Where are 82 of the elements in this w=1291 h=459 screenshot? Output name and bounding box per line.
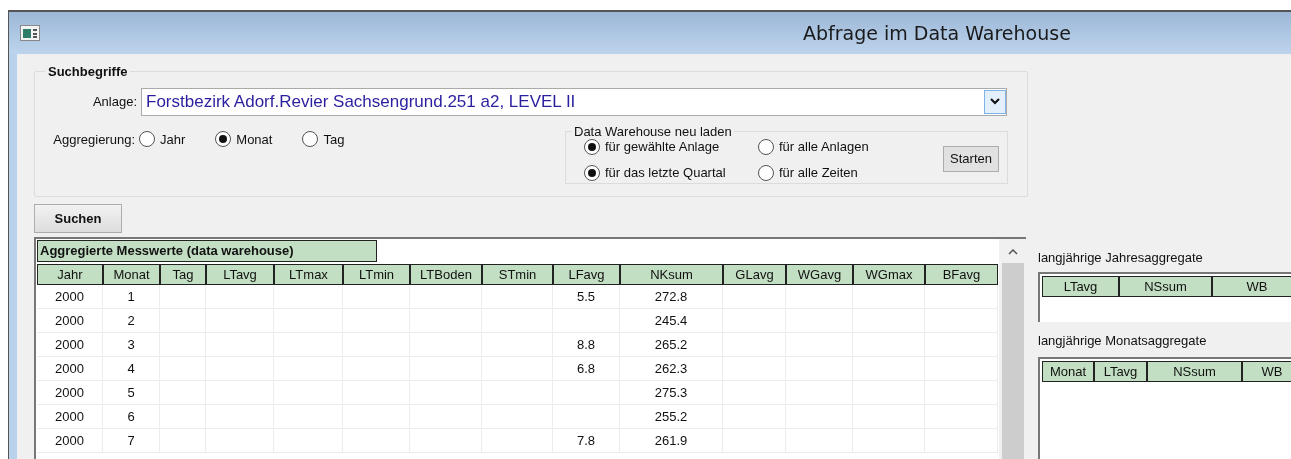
table-cell: 262.3 — [620, 357, 723, 381]
table-cell: 1 — [103, 285, 160, 309]
search-button[interactable]: Suchen — [34, 204, 122, 233]
radio-option[interactable]: Jahr — [139, 129, 186, 149]
radio-button[interactable] — [758, 164, 774, 181]
radio-button[interactable] — [584, 164, 600, 181]
column-header[interactable]: Monat — [103, 264, 160, 285]
column-header[interactable]: NKsum — [620, 264, 723, 285]
column-header[interactable]: LTmin — [343, 264, 410, 285]
column-header[interactable]: LFavg — [553, 264, 620, 285]
table-cell: 2000 — [37, 285, 103, 309]
column-header[interactable]: Jahr — [37, 264, 103, 285]
panel-title: langjährige Monatsaggregate — [1038, 332, 1208, 351]
scroll-up-icon[interactable] — [1007, 249, 1018, 255]
table-cell: 255.2 — [620, 405, 723, 429]
table-cell: 245.4 — [620, 309, 723, 333]
column-header[interactable]: LTBoden — [410, 264, 482, 285]
table-cell: 4 — [103, 357, 160, 381]
column-header[interactable]: Monat — [1042, 360, 1094, 382]
table-caption: Aggregierte Messwerte (data warehouse) — [37, 240, 377, 262]
column-header[interactable]: WB — [1212, 275, 1291, 297]
table-cell: 261.9 — [620, 429, 723, 453]
column-header[interactable]: WGmax — [853, 264, 925, 285]
table-cell — [343, 285, 410, 309]
table-cell — [274, 285, 343, 309]
radio-button[interactable] — [758, 139, 774, 155]
start-button[interactable]: Starten — [943, 145, 999, 172]
dropdown-caret-icon[interactable] — [984, 89, 1006, 114]
radio-option[interactable]: für alle Zeiten — [758, 162, 869, 183]
table-cell: 7.8 — [553, 429, 620, 453]
table-cell: 2000 — [37, 357, 103, 381]
table-cell: 2 — [103, 309, 160, 333]
table-cell — [410, 285, 482, 309]
table-cell: 2000 — [37, 429, 103, 453]
table-cell: 2000 — [37, 309, 103, 333]
column-header[interactable]: LTmax — [274, 264, 343, 285]
table-cell: 2000 — [37, 405, 103, 429]
table-cell — [786, 285, 853, 309]
table-cell: 6.8 — [553, 357, 620, 381]
window-title: Abfrage im Data Warehouse — [803, 20, 1071, 46]
radio-button[interactable] — [139, 131, 155, 148]
table-cell: 275.3 — [620, 381, 723, 405]
table-cell: 3 — [103, 333, 160, 357]
column-header[interactable]: WGavg — [786, 264, 853, 285]
column-header[interactable]: STmin — [482, 264, 553, 285]
radio-button[interactable] — [215, 131, 232, 148]
table-cell: 2000 — [37, 381, 103, 405]
column-header[interactable]: LTavg — [1094, 360, 1147, 382]
column-header[interactable]: BFavg — [925, 264, 998, 285]
panel-title: langjährige Jahresaggregate — [1038, 249, 1204, 267]
column-header[interactable]: NSsum — [1147, 360, 1242, 382]
field-label: Aggregierung: — [52, 130, 136, 149]
column-header[interactable]: NSsum — [1119, 275, 1212, 297]
column-header[interactable]: GLavg — [723, 264, 786, 285]
radio-button[interactable] — [302, 131, 319, 148]
column-header[interactable]: LTavg — [206, 264, 274, 285]
column-header[interactable]: LTavg — [1042, 275, 1119, 297]
column-header[interactable]: WB — [1242, 360, 1291, 382]
anlage-dropdown[interactable]: Forstbezirk Adorf.Revier Sachsengrund.251 a2, LEVEL II — [141, 87, 1007, 116]
table-cell — [160, 285, 206, 309]
radio-button[interactable] — [584, 139, 600, 155]
radio-option[interactable]: für alle Anlagen — [758, 137, 869, 157]
table-cell — [853, 285, 925, 309]
group-title: Suchbegriffe — [47, 63, 129, 81]
table-cell: 5 — [103, 381, 160, 405]
table-cell: 272.8 — [620, 285, 723, 309]
table-cell: 8.8 — [553, 333, 620, 357]
table-cell — [482, 285, 553, 309]
radio-option[interactable]: Tag — [302, 129, 345, 149]
table-cell: 2000 — [37, 333, 103, 357]
table-cell — [206, 285, 274, 309]
table-cell: 7 — [103, 429, 160, 453]
table-cell: 6 — [103, 405, 160, 429]
column-header[interactable]: Tag — [160, 264, 206, 285]
scrollbar[interactable] — [999, 239, 1026, 459]
field-label: Anlage: — [91, 92, 138, 111]
window-icon — [20, 25, 40, 41]
radio-option[interactable]: für das letzte Quartal — [584, 162, 758, 183]
table-cell: 265.2 — [620, 333, 723, 357]
radio-option[interactable]: Monat — [215, 129, 273, 149]
table-cell — [723, 285, 786, 309]
table-cell: 5.5 — [553, 285, 620, 309]
